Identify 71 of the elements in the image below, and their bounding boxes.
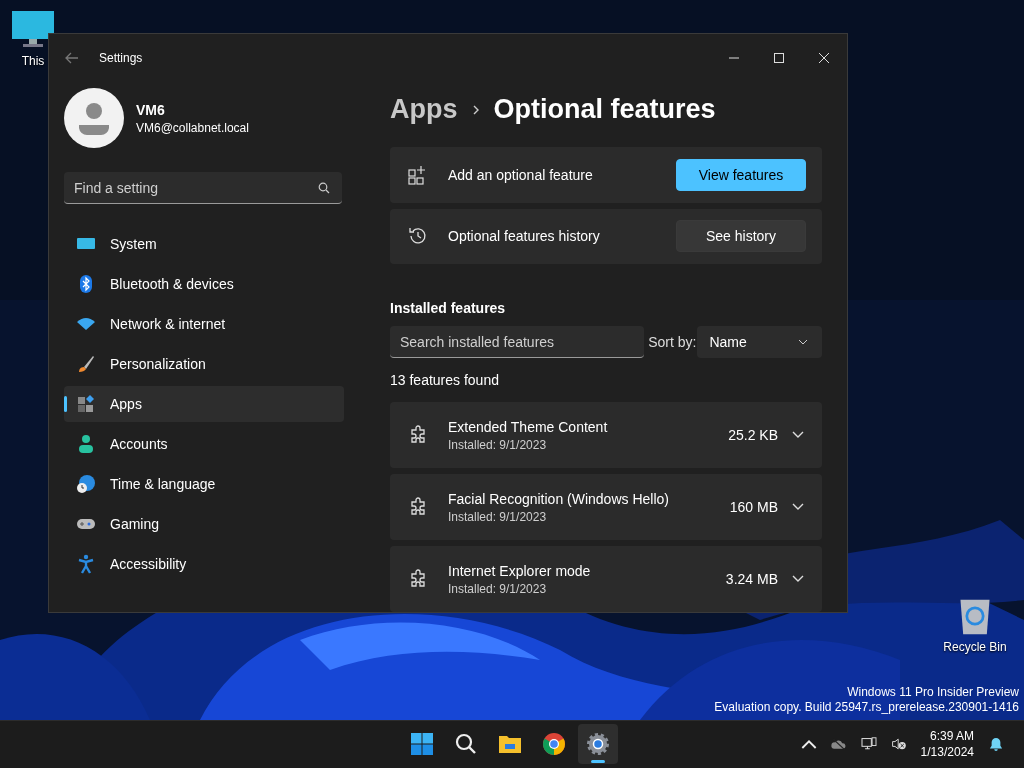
puzzle-icon [408,497,428,517]
monitor-icon[interactable] [11,10,55,50]
speaker-muted-icon[interactable] [890,737,907,751]
feature-size: 3.24 MB [725,571,778,587]
windows-logo-icon [410,732,434,756]
sort-dropdown[interactable]: Name [697,326,822,358]
install-date: Installed: 9/1/2023 [448,437,548,452]
add-grid-icon [408,164,428,185]
install-date: Installed: 9/1/2023 [448,509,548,524]
nav-item[interactable]: Network & internet [64,306,344,342]
os-notice-text: Windows 11 Pro Insider Preview [847,685,1019,700]
feature-name: Facial Recognition (Windows Hello) [448,490,669,507]
puzzle-icon [408,569,428,589]
result-count: 13 features found [390,372,500,388]
action-button[interactable]: View features [676,158,806,191]
maximize-icon[interactable] [774,53,784,63]
brush-icon [76,354,96,374]
search-icon [454,732,478,756]
apps-icon [76,394,96,414]
action-label: Add an optional feature [448,166,593,183]
sort-label: Sort by: [648,334,698,350]
nav-item[interactable]: Personalization [64,346,344,382]
expand-icon[interactable] [792,503,804,511]
feature-row[interactable]: Extended Theme Content Installed: 9/1/2023 25.2 KB [390,402,822,468]
desktop-icon-label[interactable]: This [21,54,45,68]
back-icon[interactable] [65,52,79,64]
globe-clock-icon [76,474,96,494]
avatar-icon[interactable] [64,88,124,148]
gear-button[interactable] [578,724,618,764]
page-title: Optional features [493,94,716,125]
expand-icon[interactable] [792,575,804,583]
nav-item[interactable]: Accessibility [64,546,344,582]
action-button[interactable]: See history [676,220,806,253]
nav-item[interactable]: Gaming [64,506,344,542]
nav-item[interactable]: Time & language [64,466,344,502]
feature-name: Internet Explorer mode [448,562,591,579]
network-monitor-icon[interactable] [860,737,877,751]
close-icon[interactable] [819,53,829,63]
user-name: VM6 [136,101,166,118]
feature-size: 160 MB [729,499,778,515]
search-icon[interactable] [318,182,330,194]
chevron-icon [471,103,480,116]
bell-icon[interactable] [988,737,1004,751]
feature-row[interactable]: Facial Recognition (Windows Hello) Installed: 9/1/2023 160 MB [390,474,822,540]
nav-item[interactable]: System [64,226,344,262]
user-email: VM6@collabnet.local [136,120,249,135]
nav-item[interactable]: Accounts [64,426,344,462]
nav-item[interactable]: Bluetooth & devices [64,266,344,302]
section-heading: Installed features [390,300,507,316]
search-field[interactable]: Search installed features [390,326,645,358]
desktop-icon-label[interactable]: Recycle Bin [943,640,1007,654]
person-icon [76,434,96,454]
cloud-off-icon[interactable] [830,737,847,751]
feature-size: 25.2 KB [728,427,778,443]
accessibility-icon [76,554,96,574]
install-date: Installed: 9/1/2023 [448,581,548,596]
gear-icon [586,732,610,756]
history-icon [408,226,428,247]
browser-icon [542,732,566,756]
feature-name: Extended Theme Content [448,418,608,435]
puzzle-icon [408,425,428,445]
breadcrumb-link[interactable]: Apps [390,94,458,125]
search-field[interactable]: Find a setting [64,172,342,204]
expand-icon[interactable] [792,431,804,439]
nav-item[interactable]: Apps [64,386,344,422]
caret-icon [798,339,808,345]
action-label: Optional features history [448,228,600,245]
feature-row[interactable]: Internet Explorer mode Installed: 9/1/2023 3.24 MB [390,546,822,612]
os-notice-text: Evaluation copy. Build 25947.rs_prerelease.230901-1416 [714,700,1019,715]
window-title: Settings [99,51,143,65]
clock[interactable]: 6:39 AM 1/13/2024 [920,728,974,760]
